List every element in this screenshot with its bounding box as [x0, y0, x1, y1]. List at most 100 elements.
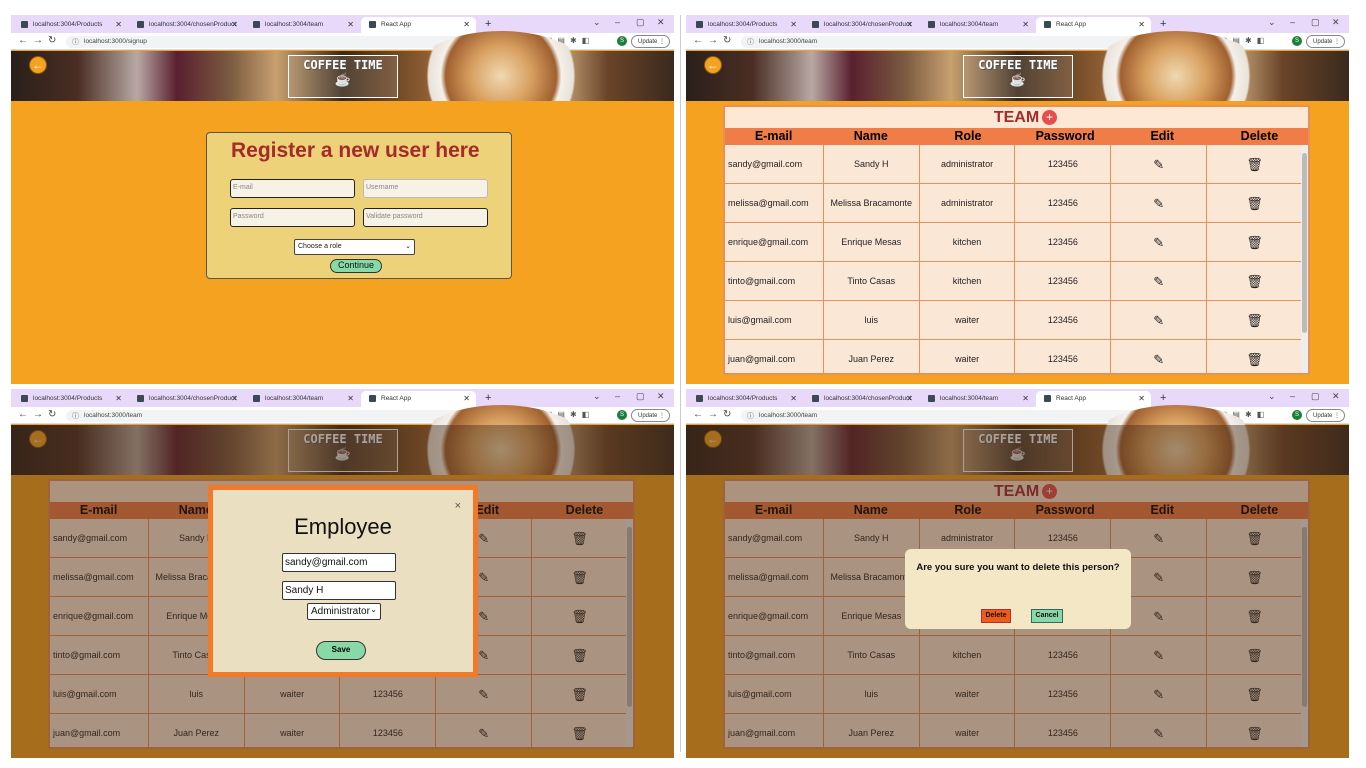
browser-tab[interactable]: localhost:3004/Products ✕ — [688, 391, 803, 407]
update-button[interactable]: Update ⋮ — [1306, 408, 1345, 422]
browser-tab[interactable]: localhost:3004/team ✕ — [920, 17, 1035, 33]
username-field[interactable]: Username — [363, 179, 488, 198]
back-nav-icon[interactable]: ← — [18, 35, 28, 46]
close-tab-icon[interactable]: ✕ — [1022, 394, 1029, 403]
new-tab-icon[interactable]: + — [485, 18, 491, 30]
update-button[interactable]: Update ⋮ — [631, 34, 670, 48]
add-user-button[interactable]: + — [1042, 110, 1057, 125]
close-tab-icon[interactable]: ✕ — [463, 394, 470, 403]
close-tab-icon[interactable]: ✕ — [115, 394, 122, 403]
minimize-icon[interactable]: – — [1290, 17, 1295, 27]
edit-icon[interactable]: ✎ — [1111, 262, 1208, 300]
trash-icon[interactable]: 🗑 — [1207, 262, 1303, 300]
trash-icon[interactable]: 🗑 — [1207, 223, 1303, 261]
close-tab-icon[interactable]: ✕ — [790, 394, 797, 403]
close-tab-icon[interactable]: ✕ — [1138, 20, 1145, 29]
validate-password-field[interactable]: Validate password — [363, 208, 488, 227]
update-button[interactable]: Update ⋮ — [1306, 34, 1345, 48]
close-tab-icon[interactable]: ✕ — [790, 20, 797, 29]
edit-icon[interactable]: ✎ — [1111, 145, 1208, 183]
edit-icon[interactable]: ✎ — [1111, 340, 1208, 373]
email-field[interactable]: E-mail — [230, 179, 355, 198]
close-window-icon[interactable]: ✕ — [1332, 391, 1340, 402]
browser-tab[interactable]: React App ✕ — [361, 391, 476, 407]
trash-icon[interactable]: 🗑 — [1207, 184, 1303, 222]
edit-icon[interactable]: ✎ — [1111, 223, 1208, 261]
edit-icon[interactable]: ✎ — [1111, 301, 1208, 339]
new-tab-icon[interactable]: + — [485, 392, 491, 404]
maximize-icon[interactable]: ▢ — [1311, 391, 1320, 402]
reload-icon[interactable]: ↻ — [48, 35, 56, 46]
email-field[interactable]: sandy@gmail.com — [282, 553, 396, 572]
browser-tab[interactable]: localhost:3004/team ✕ — [245, 391, 360, 407]
edit-icon[interactable]: ✎ — [1111, 184, 1208, 222]
tab-search-icon[interactable]: ⌄ — [1268, 391, 1276, 402]
name-field[interactable]: Sandy H — [282, 581, 396, 600]
forward-nav-icon[interactable]: → — [33, 409, 43, 420]
browser-tab[interactable]: localhost:3004/Products ✕ — [13, 17, 128, 33]
trash-icon[interactable]: 🗑 — [1207, 301, 1303, 339]
close-tab-icon[interactable]: ✕ — [231, 20, 238, 29]
cancel-button[interactable]: Cancel — [1031, 609, 1063, 623]
back-nav-icon[interactable]: ← — [693, 409, 703, 420]
password-field[interactable]: Password — [230, 208, 355, 227]
forward-nav-icon[interactable]: → — [708, 409, 718, 420]
forward-nav-icon[interactable]: → — [33, 35, 43, 46]
scrollbar[interactable] — [1301, 145, 1308, 373]
browser-tab[interactable]: localhost:3004/chosenProduct ✕ — [129, 17, 244, 33]
close-window-icon[interactable]: ✕ — [657, 391, 665, 402]
browser-tab[interactable]: React App ✕ — [361, 17, 476, 33]
tab-search-icon[interactable]: ⌄ — [593, 391, 601, 402]
close-window-icon[interactable]: ✕ — [657, 17, 665, 28]
tab-search-icon[interactable]: ⌄ — [1268, 17, 1276, 28]
close-tab-icon[interactable]: ✕ — [347, 394, 354, 403]
close-tab-icon[interactable]: ✕ — [115, 20, 122, 29]
browser-tab[interactable]: localhost:3004/Products ✕ — [688, 17, 803, 33]
role-select[interactable]: Choose a role ⌄ — [294, 239, 415, 255]
browser-tab[interactable]: localhost:3004/chosenProduct ✕ — [804, 17, 919, 33]
minimize-icon[interactable]: – — [615, 391, 620, 401]
new-tab-icon[interactable]: + — [1160, 392, 1166, 404]
close-tab-icon[interactable]: ✕ — [906, 394, 913, 403]
new-tab-icon[interactable]: + — [1160, 18, 1166, 30]
save-button[interactable]: Save — [316, 641, 366, 660]
update-button[interactable]: Update ⋮ — [631, 408, 670, 422]
forward-nav-icon[interactable]: → — [708, 35, 718, 46]
close-icon[interactable]: × — [455, 500, 461, 512]
browser-tab[interactable]: React App ✕ — [1036, 17, 1151, 33]
avatar[interactable]: S — [617, 36, 627, 46]
browser-tab[interactable]: localhost:3004/team ✕ — [245, 17, 360, 33]
back-arrow-button[interactable]: ← — [704, 56, 722, 74]
browser-tab[interactable]: localhost:3004/Products ✕ — [13, 391, 128, 407]
close-tab-icon[interactable]: ✕ — [347, 20, 354, 29]
browser-tab[interactable]: localhost:3004/chosenProduct ✕ — [129, 391, 244, 407]
avatar[interactable]: S — [1292, 410, 1302, 420]
delete-button[interactable]: Delete — [981, 609, 1011, 623]
browser-tab[interactable]: localhost:3004/chosenProduct ✕ — [804, 391, 919, 407]
close-tab-icon[interactable]: ✕ — [1138, 394, 1145, 403]
close-tab-icon[interactable]: ✕ — [231, 394, 238, 403]
close-window-icon[interactable]: ✕ — [1332, 17, 1340, 28]
role-select[interactable]: Administrator ⌄ — [307, 603, 381, 620]
close-tab-icon[interactable]: ✕ — [1022, 20, 1029, 29]
maximize-icon[interactable]: ▢ — [636, 17, 645, 28]
trash-icon[interactable]: 🗑 — [1207, 340, 1303, 373]
avatar[interactable]: S — [617, 410, 627, 420]
browser-tab[interactable]: localhost:3004/team ✕ — [920, 391, 1035, 407]
avatar[interactable]: S — [1292, 36, 1302, 46]
minimize-icon[interactable]: – — [615, 17, 620, 27]
close-tab-icon[interactable]: ✕ — [906, 20, 913, 29]
tab-search-icon[interactable]: ⌄ — [593, 17, 601, 28]
browser-tab[interactable]: React App ✕ — [1036, 391, 1151, 407]
close-tab-icon[interactable]: ✕ — [463, 20, 470, 29]
reload-icon[interactable]: ↻ — [723, 35, 731, 46]
reload-icon[interactable]: ↻ — [723, 409, 731, 420]
back-arrow-button[interactable]: ← — [29, 56, 47, 74]
scrollbar-thumb[interactable] — [1302, 153, 1307, 333]
back-nav-icon[interactable]: ← — [18, 409, 28, 420]
back-nav-icon[interactable]: ← — [693, 35, 703, 46]
continue-button[interactable]: Continue — [330, 259, 382, 273]
minimize-icon[interactable]: – — [1290, 391, 1295, 401]
maximize-icon[interactable]: ▢ — [1311, 17, 1320, 28]
trash-icon[interactable]: 🗑 — [1207, 145, 1303, 183]
